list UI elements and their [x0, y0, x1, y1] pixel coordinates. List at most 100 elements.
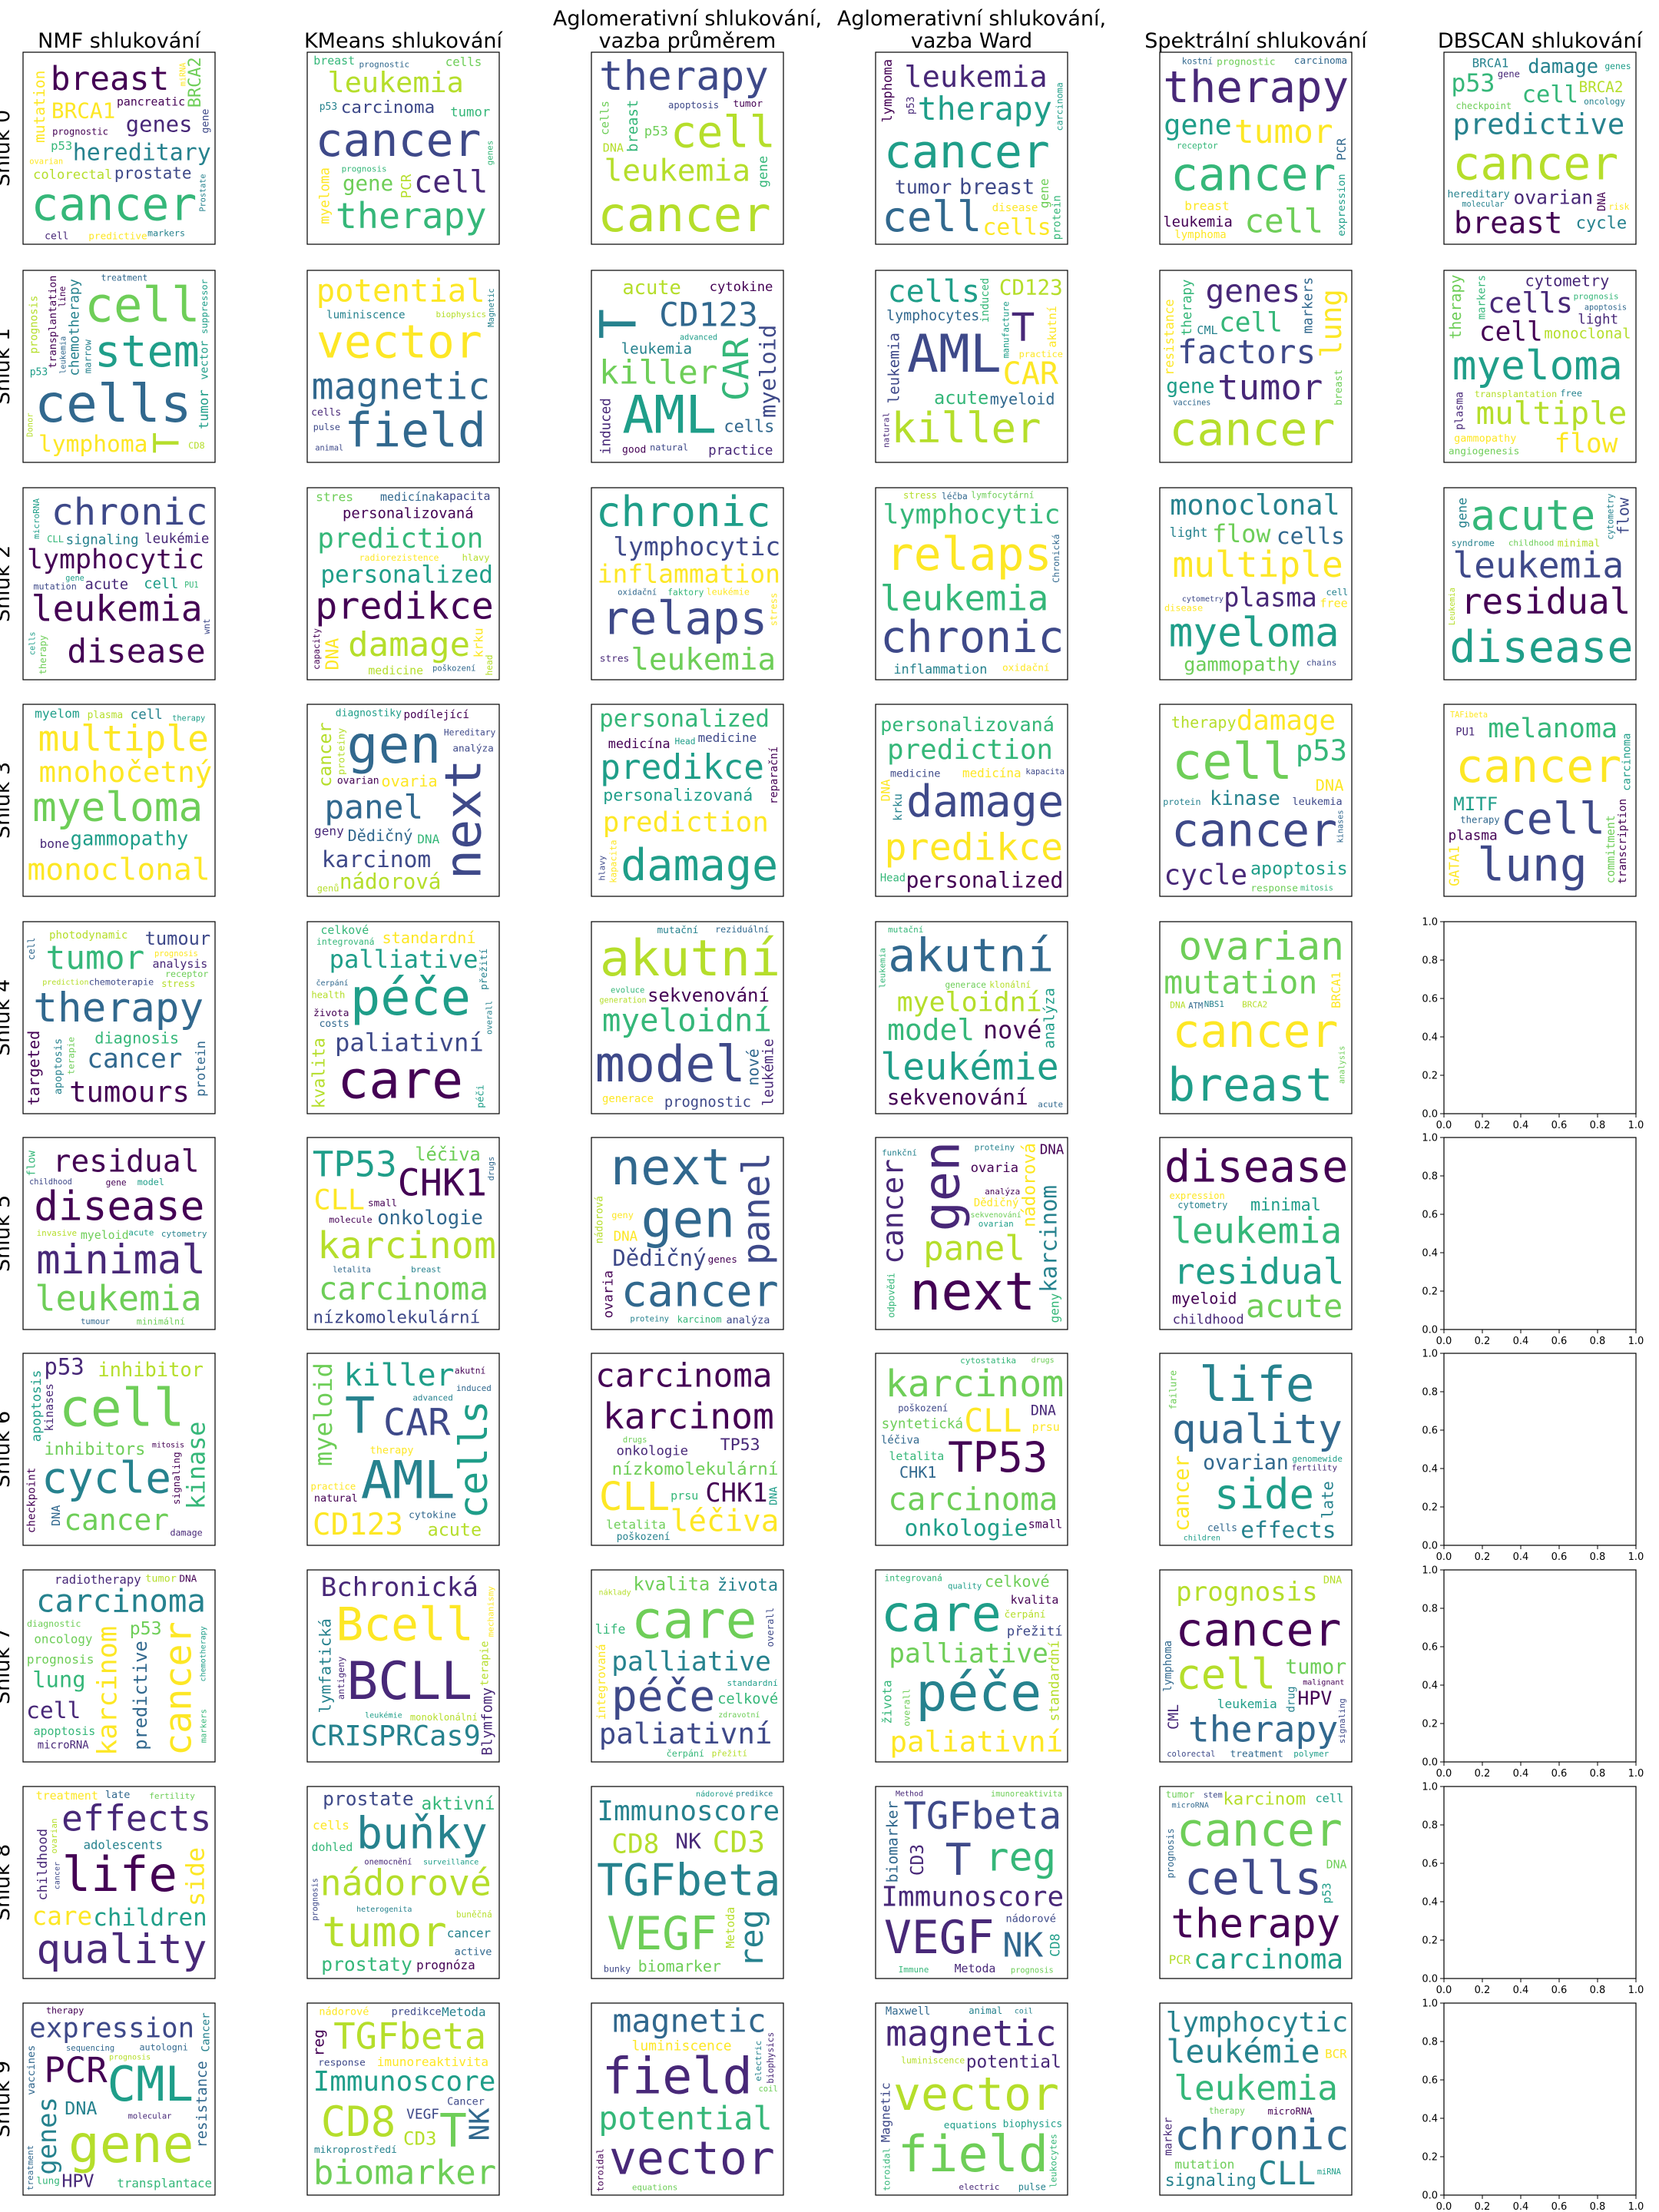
- cloud-word: predikce: [392, 2006, 442, 2018]
- wordcloud-panel: vectorfield magneticpotentialluminiscence…: [875, 2002, 1068, 2196]
- cloud-word: CD123: [659, 296, 758, 334]
- wordcloud-panel: karcinomcarcinoma CLLnízkomolekulární léči…: [591, 1353, 784, 1546]
- cloud-word: PU1: [1455, 727, 1475, 739]
- cloud-word: letalita: [606, 1518, 666, 1532]
- cloud-word: chemotherapy: [200, 1626, 208, 1681]
- cloud-word: damage: [348, 625, 470, 664]
- cloud-word: acute: [622, 276, 680, 299]
- cloud-word: miRNA: [179, 63, 187, 87]
- cloud-word: leukemia: [1452, 545, 1624, 586]
- y-tick-label: 1.0: [1422, 1565, 1438, 1577]
- cloud-word: apoptosis: [668, 100, 719, 111]
- y-tick-label: 0.2: [1422, 1936, 1438, 1947]
- cloud-word: terapie: [66, 1037, 77, 1075]
- x-tick-label: 0.0: [1436, 1985, 1452, 1996]
- cloud-word: therapy: [1171, 1901, 1340, 1948]
- cloud-word: practice: [708, 443, 773, 459]
- wordcloud-figure: NMF shlukování KMeans shlukování Aglomerat…: [0, 7, 1644, 2212]
- cloud-word: kapacita: [435, 490, 490, 503]
- cloud-word: karcinom: [1035, 1185, 1061, 1293]
- cloud-word: personalized: [320, 561, 493, 588]
- cloud-word: apoptosis: [52, 1038, 65, 1094]
- cloud-word: fertility: [1292, 1463, 1338, 1473]
- cloud-word: oxidační: [1002, 663, 1050, 674]
- y-tick-label: 0.0: [1422, 2190, 1438, 2202]
- cloud-word: cell: [131, 707, 163, 723]
- cloud-word: reziduální: [715, 924, 769, 935]
- cloud-word: breast: [624, 100, 641, 152]
- cloud-word: mutační: [888, 925, 923, 935]
- cloud-word: stress: [161, 979, 195, 989]
- cloud-word: disease: [992, 202, 1038, 214]
- x-tick-label: 0.2: [1475, 1336, 1491, 1347]
- cloud-word: capacity: [312, 628, 322, 670]
- cloud-word: suppressor: [199, 279, 210, 334]
- cloud-word: cell: [26, 938, 37, 960]
- cloud-word: kinases: [43, 1383, 56, 1431]
- cloud-word: response: [318, 2058, 366, 2069]
- cloud-word: marrow: [83, 339, 94, 374]
- cloud-word: GATA1: [1447, 846, 1462, 886]
- cloud-word: panel: [735, 1152, 779, 1265]
- cloud-word: generace: [945, 980, 986, 990]
- wordcloud-panel: relapslymphocyticchronicinflammationleuk…: [591, 487, 784, 680]
- cloud-word: biophysics: [1003, 2119, 1063, 2131]
- x-tick-label: 0.8: [1590, 1336, 1606, 1347]
- x-tick-label: 0.0: [1436, 2201, 1452, 2212]
- cloud-word: myeloid: [309, 1363, 338, 1466]
- y-tick-label: 0.4: [1422, 1032, 1438, 1044]
- cloud-word: Bcell: [336, 1598, 473, 1651]
- cloud-word: palliative: [611, 1647, 771, 1677]
- cloud-word: therapy: [1188, 1708, 1339, 1750]
- y-tick-label: 0.8: [1422, 1820, 1438, 1832]
- cloud-word: CD123: [999, 276, 1063, 300]
- cloud-word: CML: [1197, 323, 1217, 337]
- cloud-word: cancer: [1455, 740, 1621, 793]
- cloud-word: resistance: [1162, 299, 1177, 375]
- cloud-word: disease: [67, 632, 205, 671]
- cloud-word: personalized: [906, 867, 1063, 892]
- cloud-word: VEGF: [607, 1908, 717, 1961]
- cloud-word: akutní: [1045, 306, 1059, 348]
- x-tick-label: 0.6: [1551, 1336, 1568, 1347]
- cloud-word: damage: [170, 1528, 202, 1538]
- cloud-word: tumours: [69, 1075, 190, 1108]
- cloud-word: p53: [1320, 1883, 1334, 1903]
- cloud-word: CHK1: [899, 1463, 936, 1482]
- cloud-word: prognosis: [1011, 1966, 1054, 1975]
- cloud-word: Dědičný: [974, 1197, 1019, 1209]
- cloud-word: melanoma: [1488, 713, 1618, 744]
- cloud-word: cytometry: [1177, 1200, 1227, 1210]
- cloud-word: celkové: [320, 923, 369, 937]
- cloud-word: karcinom: [886, 1363, 1065, 1406]
- cloud-word: Prostate: [200, 174, 208, 212]
- cloud-word: tumour: [81, 1317, 110, 1326]
- cloud-word: cytometry: [161, 1229, 207, 1239]
- y-tick-label: 1.0: [1422, 917, 1438, 929]
- cloud-word: CD8: [321, 2098, 396, 2146]
- cloud-word: acute: [1038, 1099, 1063, 1109]
- cloud-word: late: [105, 1789, 131, 1801]
- cloud-word: krku: [472, 628, 486, 657]
- cloud-word: Chronická: [1051, 535, 1061, 583]
- cloud-word: prognosis: [311, 1878, 320, 1921]
- cloud-word: cells: [1184, 1853, 1322, 1906]
- cloud-word: gene: [343, 171, 393, 196]
- cloud-word: generation: [599, 997, 646, 1005]
- cloud-word: childhood: [1508, 538, 1555, 548]
- cloud-word: tumor: [145, 1572, 177, 1584]
- column-title: KMeans shlukování: [304, 29, 504, 53]
- cloud-word: carcinoma: [1621, 733, 1633, 790]
- cloud-word: tumor: [197, 389, 212, 429]
- cloud-word: breast: [51, 60, 170, 98]
- cloud-word: CLL: [1258, 2154, 1316, 2192]
- cloud-word: predikce: [884, 826, 1063, 869]
- cloud-word: microRNA: [31, 498, 41, 538]
- x-tick-label: 0.8: [1590, 1768, 1606, 1780]
- cloud-word: PCR: [1334, 138, 1349, 161]
- cloud-word: DNA: [417, 832, 439, 846]
- cloud-word: CML: [107, 2056, 194, 2112]
- cloud-word: chemoterapie: [89, 977, 154, 988]
- wordcloud-panel: leukemia lymphocytic chronic disease acute si…: [22, 487, 216, 680]
- cloud-word: antigeny: [336, 1657, 346, 1700]
